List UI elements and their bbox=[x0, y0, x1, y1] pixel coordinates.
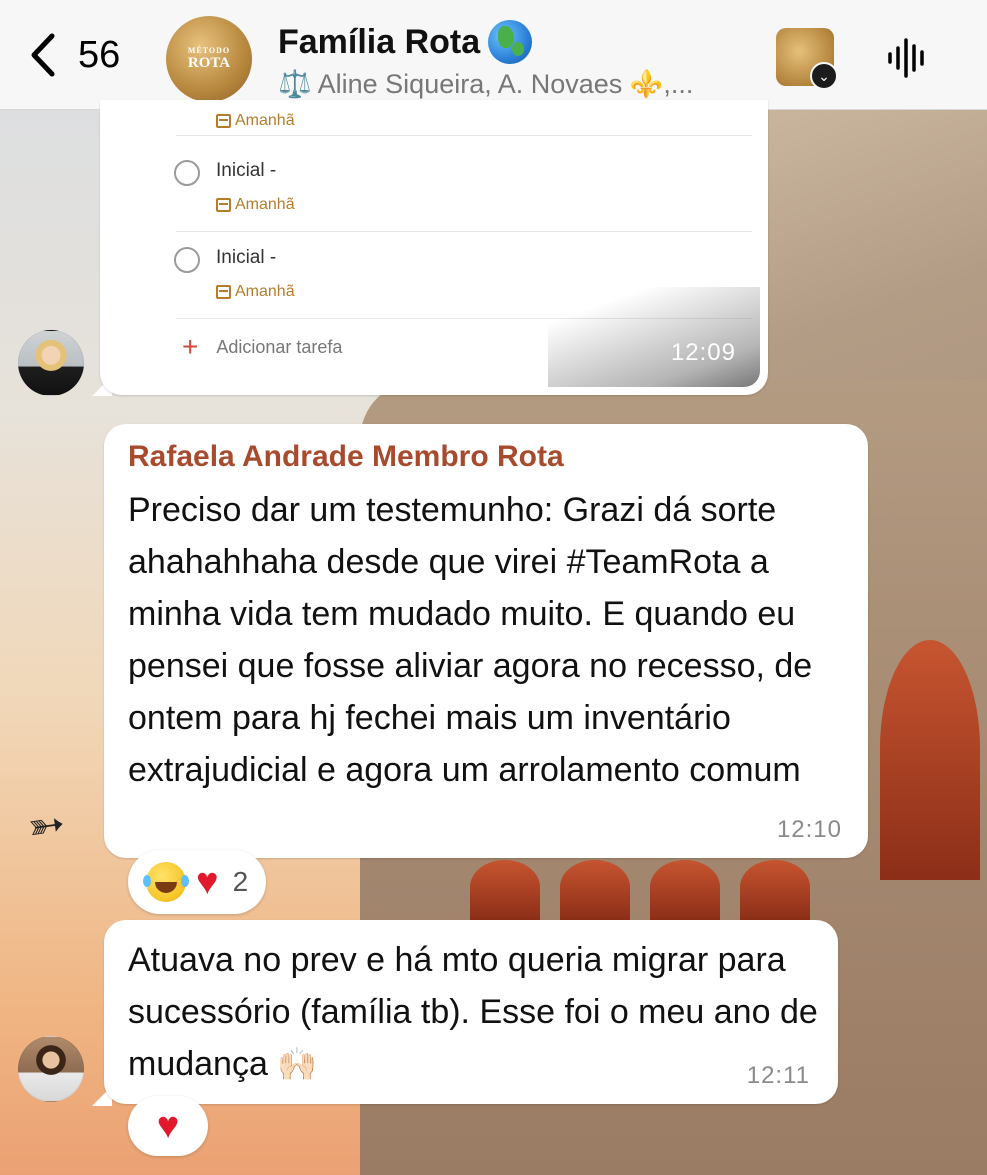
reactions-bar[interactable]: ♥ 2 bbox=[128, 850, 267, 914]
unread-count: 56 bbox=[78, 33, 121, 76]
checkbox-circle-icon bbox=[174, 160, 200, 186]
task-date: Amanhã bbox=[216, 112, 295, 130]
heart-icon: ♥ bbox=[156, 1105, 180, 1147]
chevron-left-icon bbox=[31, 33, 55, 77]
wallpaper-arch bbox=[740, 860, 810, 920]
message-time: 12:10 bbox=[776, 816, 842, 843]
globe-icon bbox=[488, 20, 533, 64]
calendar-icon bbox=[216, 198, 231, 212]
image-message[interactable]: Amanhã Inicial - Amanhã Inicial - Amanhã… bbox=[100, 100, 768, 395]
task-item: Inicial - Amanhã bbox=[174, 146, 752, 232]
chat-header: 56 MÉTODO ROTA Família Rota ⚖️ Aline Siq… bbox=[0, 0, 987, 110]
checkbox-circle-icon bbox=[174, 247, 200, 273]
text-message[interactable]: Atuava no prev e há mto queria migrar pa… bbox=[104, 920, 838, 1104]
laughing-emoji-icon bbox=[143, 862, 186, 902]
image-time-gradient bbox=[548, 287, 760, 387]
wallpaper-arch bbox=[560, 860, 630, 920]
plus-icon: + bbox=[182, 331, 199, 362]
community-icon[interactable]: ⌄ bbox=[776, 28, 838, 90]
sender-avatar[interactable] bbox=[18, 330, 84, 396]
group-info[interactable]: Família Rota ⚖️ Aline Siqueira, A. Novae… bbox=[278, 20, 693, 100]
sender-avatar[interactable] bbox=[18, 1036, 84, 1102]
reactions-bar[interactable]: ♥ bbox=[128, 1096, 208, 1156]
group-name-text: Família Rota bbox=[278, 22, 481, 61]
task-date-label: Amanhã bbox=[235, 283, 295, 300]
message-text: Atuava no prev e há mto queria migrar pa… bbox=[128, 934, 828, 1090]
message-time: 12:09 bbox=[670, 339, 736, 366]
voice-chat-icon[interactable] bbox=[884, 34, 932, 82]
wallpaper-arch bbox=[470, 860, 540, 920]
sender-name[interactable]: Rafaela Andrade Membro Rota bbox=[128, 440, 564, 474]
task-date: Amanhã bbox=[216, 283, 295, 301]
add-task-label: Adicionar tarefa bbox=[216, 336, 343, 357]
message-text: Preciso dar um testemunho: Grazi dá sort… bbox=[128, 491, 813, 789]
back-button[interactable]: 56 bbox=[26, 30, 120, 80]
calendar-icon bbox=[216, 114, 231, 128]
avatar-logo-text-bottom: ROTA bbox=[187, 55, 231, 71]
wallpaper-arch bbox=[650, 860, 720, 920]
message-time: 12:11 bbox=[746, 1062, 810, 1089]
calendar-icon bbox=[216, 285, 231, 299]
add-task-row: + Adicionar tarefa bbox=[182, 333, 342, 361]
task-date-label: Amanhã bbox=[235, 112, 295, 129]
message-text-body: Atuava no prev e há mto queria migrar pa… bbox=[128, 941, 818, 1083]
task-item-partial: Amanhã bbox=[176, 100, 752, 136]
avatar-logo-text-top: MÉTODO bbox=[187, 46, 231, 55]
group-name: Família Rota bbox=[278, 20, 693, 64]
raising-hands-icon: 🙌🏻 bbox=[277, 1046, 318, 1082]
bird-silhouette: ➳ bbox=[24, 798, 69, 853]
task-title: Inicial - bbox=[216, 160, 277, 181]
text-message[interactable]: Rafaela Andrade Membro Rota Preciso dar … bbox=[104, 424, 868, 858]
group-members: ⚖️ Aline Siqueira, A. Novaes ⚜️,... bbox=[278, 69, 694, 99]
task-list-screenshot: Amanhã Inicial - Amanhã Inicial - Amanhã… bbox=[108, 100, 760, 387]
wallpaper-arch bbox=[880, 640, 980, 880]
group-avatar[interactable]: MÉTODO ROTA bbox=[166, 16, 252, 102]
task-date: Amanhã bbox=[216, 196, 295, 214]
task-title: Inicial - bbox=[216, 247, 277, 268]
task-date-label: Amanhã bbox=[235, 196, 295, 213]
reaction-count: 2 bbox=[232, 866, 249, 897]
heart-icon: ♥ bbox=[196, 861, 219, 903]
chevron-down-icon: ⌄ bbox=[810, 62, 838, 90]
